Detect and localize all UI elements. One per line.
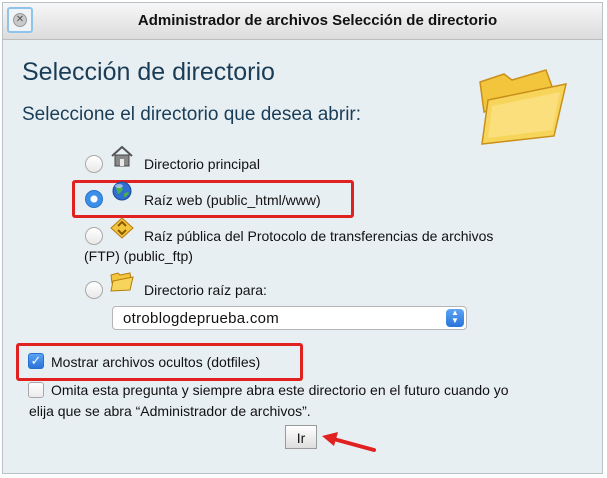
option-domain-label: Directorio raíz para:	[144, 282, 267, 298]
option-ftp-label-line1: Raíz pública del Protocolo de transferen…	[144, 228, 494, 244]
folder-icon	[110, 272, 134, 292]
page-subtitle: Seleccione el directorio que desea abrir…	[22, 104, 362, 125]
radio-home-directory[interactable]	[85, 155, 103, 173]
skip-question-label-line1: Omita esta pregunta y siempre abra este …	[51, 382, 509, 398]
go-button[interactable]: Ir	[285, 425, 317, 449]
option-ftp-label-line2: (FTP) (public_ftp)	[84, 248, 193, 264]
window-title: Administrador de archivos Selección de d…	[137, 12, 498, 29]
radio-domain-root[interactable]	[85, 281, 103, 299]
domain-select[interactable]: otroblogdeprueba.com ▲ ▼	[112, 306, 467, 330]
page-title: Selección de directorio	[22, 58, 275, 86]
show-hidden-label: Mostrar archivos ocultos (dotfiles)	[51, 354, 261, 370]
home-icon	[111, 145, 133, 167]
show-hidden-checkbox[interactable]: ✓	[28, 353, 44, 369]
chevron-updown-icon: ▲ ▼	[446, 309, 464, 327]
close-icon: ✕	[13, 13, 27, 27]
radio-web-root[interactable]	[85, 190, 103, 208]
skip-question-label-line2: elija que se abra “Administrador de arch…	[29, 403, 311, 419]
globe-icon	[112, 181, 132, 201]
title-bar: ✕ Administrador de archivos Selección de…	[3, 3, 602, 40]
ftp-icon	[110, 217, 134, 239]
open-folder-icon	[479, 69, 567, 145]
close-button[interactable]: ✕	[7, 7, 33, 33]
annotation-arrow	[322, 432, 376, 452]
option-web-root-label: Raíz web (public_html/www)	[144, 192, 321, 208]
radio-ftp-root[interactable]	[85, 227, 103, 245]
option-home-label: Directorio principal	[144, 156, 260, 172]
domain-select-value: otroblogdeprueba.com	[123, 310, 280, 327]
skip-question-checkbox[interactable]	[28, 382, 44, 398]
